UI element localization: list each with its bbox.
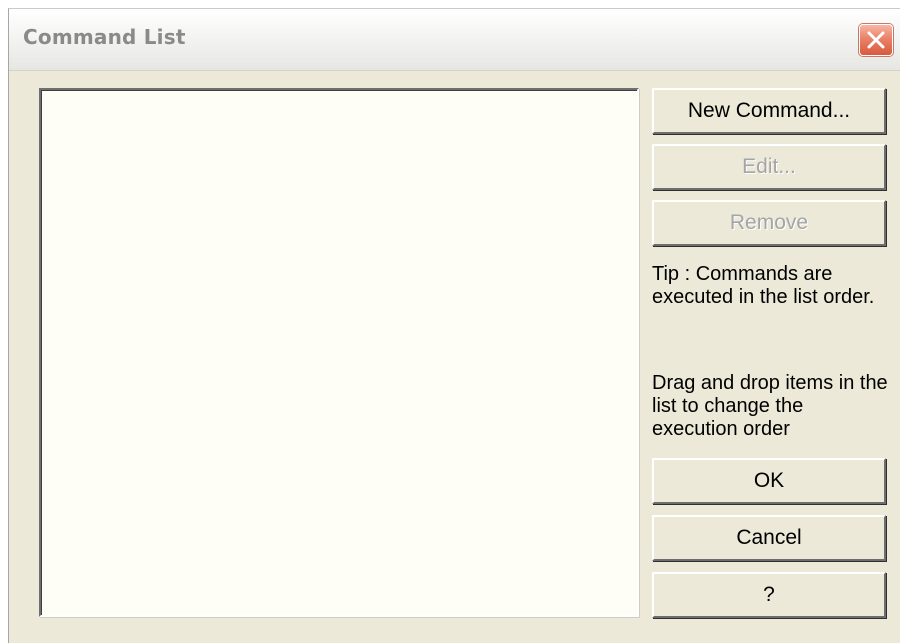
close-icon (867, 31, 885, 49)
command-listbox[interactable] (39, 88, 639, 617)
close-button[interactable] (859, 24, 893, 56)
ok-button[interactable]: OK (652, 458, 886, 504)
edit-button[interactable]: Edit... (652, 144, 886, 190)
remove-button[interactable]: Remove (652, 200, 886, 246)
title-bar[interactable]: Command List (9, 9, 900, 71)
window-title: Command List (23, 25, 186, 49)
tip-order-text: Tip : Commands are executed in the list … (652, 263, 875, 308)
command-list-dialog: Command List New Command... Edit... Remo… (8, 8, 900, 643)
cancel-button[interactable]: Cancel (652, 515, 886, 561)
help-button[interactable]: ? (652, 572, 886, 618)
tip-drag-text: Drag and drop items in the list to chang… (652, 372, 888, 440)
new-command-button[interactable]: New Command... (652, 88, 886, 134)
